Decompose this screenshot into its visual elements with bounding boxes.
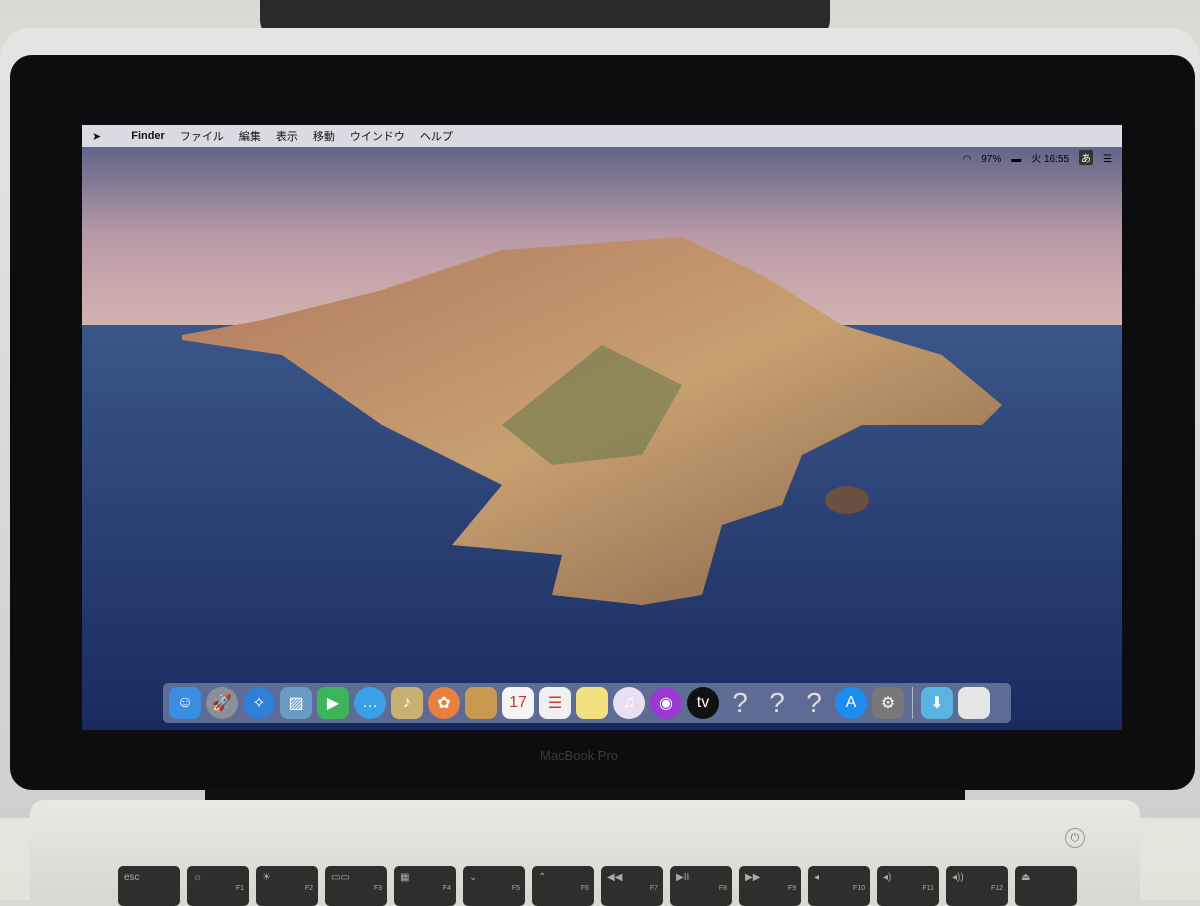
dock-separator: [912, 687, 913, 719]
key-label: F10: [852, 885, 865, 892]
key-symbol: ▶II: [676, 872, 690, 883]
dock-unknown-1-icon[interactable]: ?: [724, 687, 756, 719]
key-symbol: ◀◀: [607, 872, 623, 883]
key-symbol: ☼: [193, 872, 203, 883]
dock-calendar-icon[interactable]: 17: [502, 687, 534, 719]
macbook-logo: MacBook Pro: [540, 748, 619, 763]
key-symbol: ◂): [883, 872, 892, 883]
desktop: ➤ Finder ファイル 編集 表示 移動 ウインドウ ヘルプ ◠ 97% ▬…: [82, 125, 1122, 730]
key-f5[interactable]: ⌄ F5: [463, 866, 525, 906]
key-label: F3: [373, 885, 382, 892]
key-f3[interactable]: ▭▭ F3: [325, 866, 387, 906]
key-label: F1: [235, 885, 244, 892]
dock-preview-icon[interactable]: ▨: [280, 687, 312, 719]
dock-unknown-2-icon[interactable]: ?: [761, 687, 793, 719]
dock-reminders-icon[interactable]: ☰: [539, 687, 571, 719]
key-f8[interactable]: ▶II F8: [670, 866, 732, 906]
dock-facetime-icon[interactable]: ▶: [317, 687, 349, 719]
menu-file[interactable]: ファイル: [180, 128, 224, 144]
menu-app-finder[interactable]: Finder: [131, 130, 165, 142]
dock-unknown-3-icon[interactable]: ?: [798, 687, 830, 719]
clock[interactable]: 火 16:55: [1031, 150, 1069, 165]
key-symbol: ⌄: [469, 872, 478, 883]
key-esc[interactable]: esc: [118, 866, 180, 906]
dock-launchpad-icon[interactable]: 🚀: [206, 687, 238, 719]
wifi-icon[interactable]: ◠: [962, 154, 971, 165]
dock-app-store-icon[interactable]: A: [835, 687, 867, 719]
key-label: F9: [787, 885, 796, 892]
dock-music-icon[interactable]: ♫: [613, 687, 645, 719]
key-label: F4: [442, 885, 451, 892]
key-label: F7: [649, 885, 658, 892]
key-label: F12: [990, 885, 1003, 892]
battery-icon[interactable]: ▬: [1011, 154, 1021, 165]
dock-downloads-folder-icon[interactable]: ⬇: [921, 687, 953, 719]
key-label: F5: [511, 885, 520, 892]
key-symbol: ◂: [814, 872, 820, 883]
notification-center-icon[interactable]: ☰: [1103, 154, 1112, 165]
dock: ☺ 🚀 ✧ ▨ ▶… ♪ ✿ 17 ☰ ♫ ◉ tv??? A ⚙ ⬇: [163, 683, 1011, 723]
key-symbol: ⌃: [538, 872, 547, 883]
dock-notes-icon[interactable]: [576, 687, 608, 719]
menu-go[interactable]: 移動: [313, 128, 335, 144]
menu-window[interactable]: ウインドウ: [350, 128, 405, 144]
dock-podcasts-icon[interactable]: ◉: [650, 687, 682, 719]
input-method-icon[interactable]: あ: [1079, 150, 1094, 165]
dock-photos-icon[interactable]: ✿: [428, 687, 460, 719]
key-f11[interactable]: ◂) F11: [877, 866, 939, 906]
key-symbol: ▶▶: [745, 872, 761, 883]
dock-finder-icon[interactable]: ☺: [169, 687, 201, 719]
key-symbol: ☀: [262, 872, 271, 883]
key-label: F11: [922, 885, 934, 892]
dock-trash-icon[interactable]: [958, 687, 990, 719]
key-symbol: esc: [124, 872, 140, 883]
menu-help[interactable]: ヘルプ: [420, 128, 453, 144]
dock-safari-icon[interactable]: ✧: [243, 687, 275, 719]
key-f1[interactable]: ☼ F1: [187, 866, 249, 906]
dock-system-preferences-icon[interactable]: ⚙: [872, 687, 904, 719]
key-symbol: ⏏: [1021, 872, 1031, 883]
key-symbol: ▦: [400, 872, 410, 883]
menu-view[interactable]: 表示: [276, 128, 298, 144]
key-symbol: ▭▭: [331, 872, 350, 883]
key-f10[interactable]: ◂ F10: [808, 866, 870, 906]
key-label: F8: [718, 885, 727, 892]
key-label: F6: [580, 885, 589, 892]
function-key-row: esc ☼ F1 ☀ F2 ▭▭ F3 ▦ F4 ⌄ F5 ⌃ F6 ◀◀ F7 ▶II F8 ▶▶ F9 ◂ F10 ◂…: [118, 866, 1077, 906]
key-f9[interactable]: ▶▶ F9: [739, 866, 801, 906]
key-⏏[interactable]: ⏏: [1015, 866, 1077, 906]
menu-edit[interactable]: 編集: [239, 128, 261, 144]
status-area: ◠ 97% ▬ 火 16:55 あ ☰: [952, 125, 1112, 169]
key-f2[interactable]: ☀ F2: [256, 866, 318, 906]
dock-messages-icon[interactable]: …: [354, 687, 386, 719]
battery-percent[interactable]: 97%: [981, 154, 1001, 165]
dock-contacts-icon[interactable]: ♪: [391, 687, 423, 719]
wallpaper: [82, 125, 1122, 730]
key-f12[interactable]: ◂)) F12: [946, 866, 1008, 906]
dock-apple-tv-icon[interactable]: tv: [687, 687, 719, 719]
key-label: F2: [304, 885, 313, 892]
key-symbol: ◂)): [952, 872, 964, 883]
dock-notes-book-icon[interactable]: [465, 687, 497, 719]
key-f7[interactable]: ◀◀ F7: [601, 866, 663, 906]
key-f4[interactable]: ▦ F4: [394, 866, 456, 906]
key-f6[interactable]: ⌃ F6: [532, 866, 594, 906]
power-button-icon[interactable]: ⏻: [1065, 828, 1085, 848]
cursor-icon: ➤: [92, 130, 102, 143]
